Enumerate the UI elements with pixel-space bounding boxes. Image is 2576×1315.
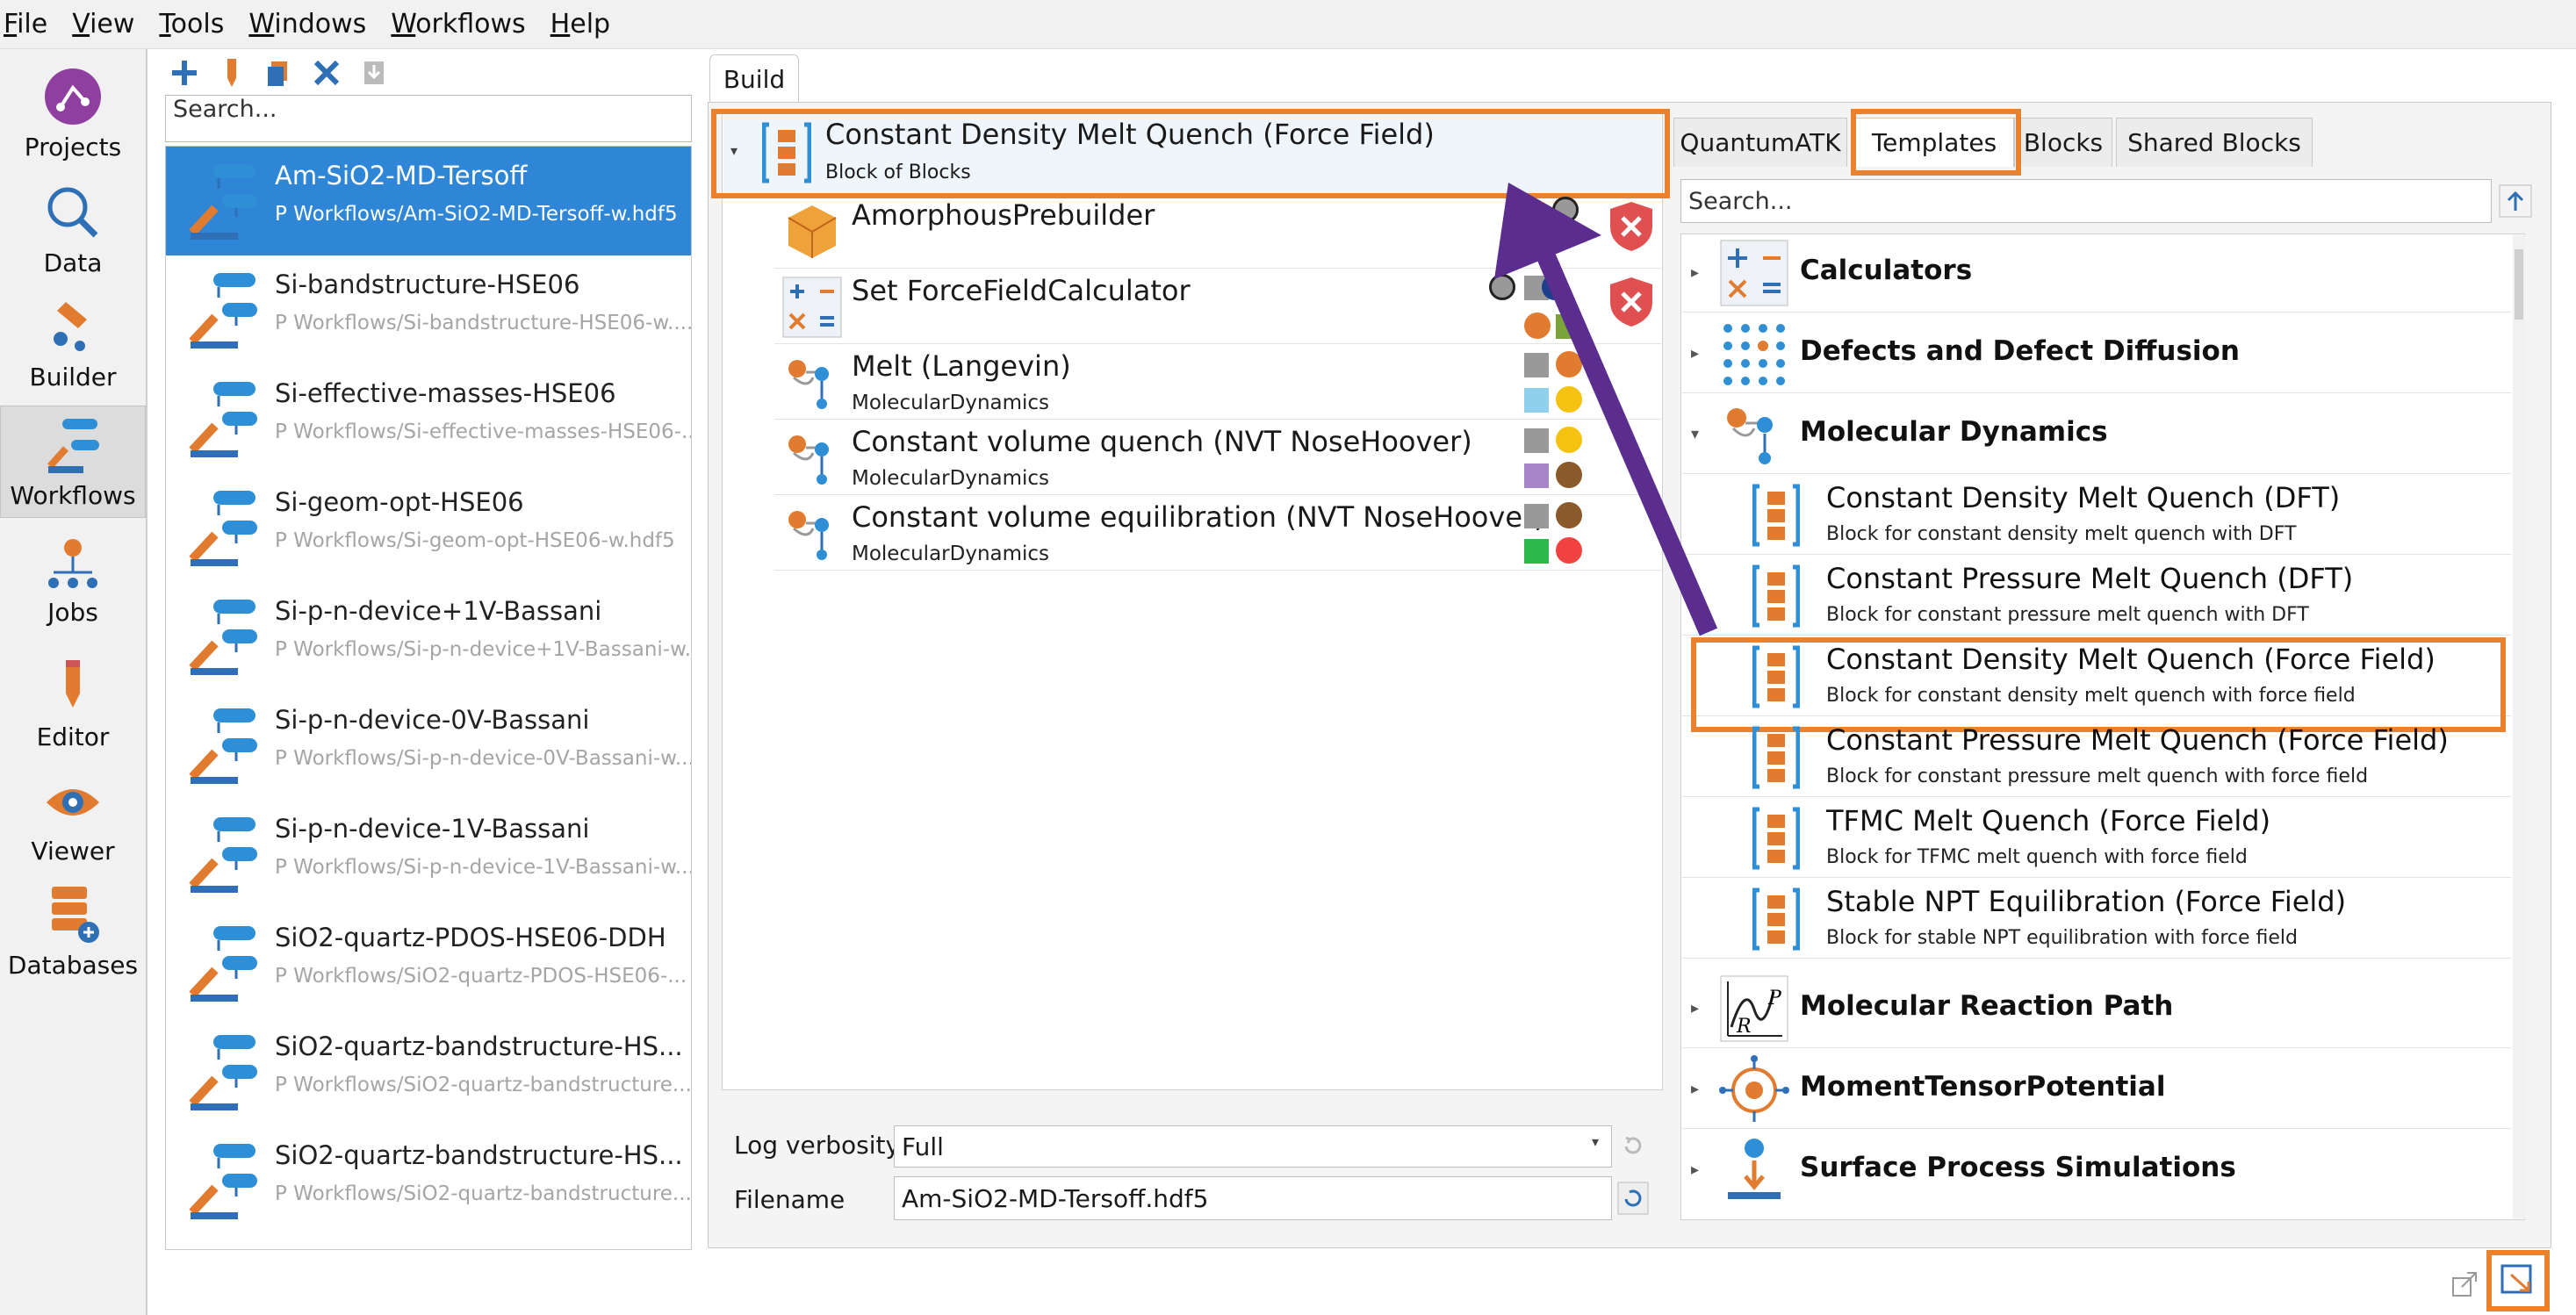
annotation-arrow <box>1494 183 1718 636</box>
dock-icon[interactable] <box>2499 1262 2537 1299</box>
popout-icon[interactable] <box>2450 1269 2479 1299</box>
